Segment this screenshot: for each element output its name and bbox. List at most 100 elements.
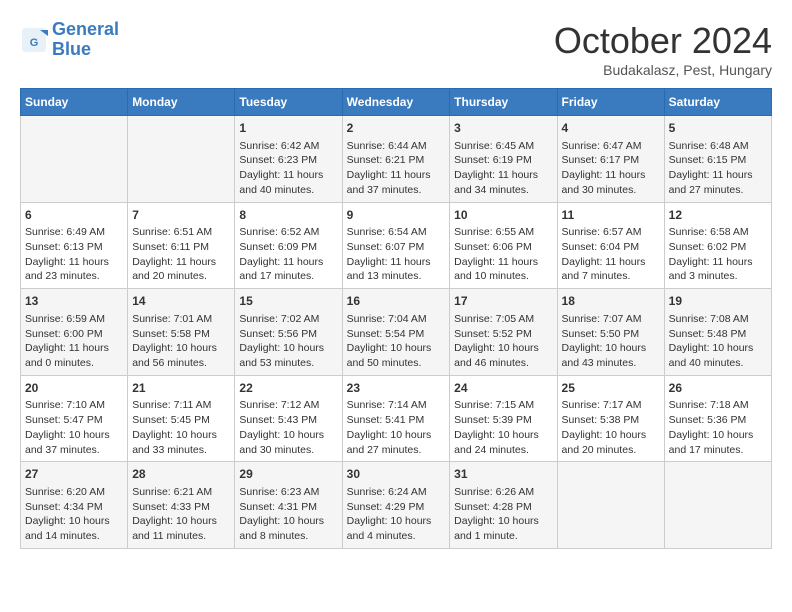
calendar-week-4: 20Sunrise: 7:10 AM Sunset: 5:47 PM Dayli…: [21, 375, 772, 462]
day-number: 17: [454, 293, 552, 310]
day-number: 28: [132, 466, 230, 483]
day-info: Sunrise: 6:24 AM Sunset: 4:29 PM Dayligh…: [347, 485, 446, 544]
title-block: October 2024 Budakalasz, Pest, Hungary: [554, 20, 772, 78]
day-number: 21: [132, 380, 230, 397]
day-info: Sunrise: 6:26 AM Sunset: 4:28 PM Dayligh…: [454, 485, 552, 544]
calendar-cell: 29Sunrise: 6:23 AM Sunset: 4:31 PM Dayli…: [235, 462, 342, 549]
calendar-body: 1Sunrise: 6:42 AM Sunset: 6:23 PM Daylig…: [21, 116, 772, 549]
day-number: 8: [239, 207, 337, 224]
day-info: Sunrise: 6:57 AM Sunset: 6:04 PM Dayligh…: [562, 225, 660, 284]
day-number: 14: [132, 293, 230, 310]
calendar-cell: 10Sunrise: 6:55 AM Sunset: 6:06 PM Dayli…: [450, 202, 557, 289]
calendar-cell: 13 Sunrise: 6:59 AM Sunset: 6:00 PM Dayli…: [21, 289, 128, 376]
calendar-cell: 20Sunrise: 7:10 AM Sunset: 5:47 PM Dayli…: [21, 375, 128, 462]
calendar-table: SundayMondayTuesdayWednesdayThursdayFrid…: [20, 88, 772, 549]
calendar-cell: 14Sunrise: 7:01 AM Sunset: 5:58 PM Dayli…: [128, 289, 235, 376]
day-info: Sunrise: 6:48 AM Sunset: 6:15 PM Dayligh…: [669, 139, 767, 198]
day-info: Sunrise: 7:04 AM Sunset: 5:54 PM Dayligh…: [347, 312, 446, 371]
header-cell-monday: Monday: [128, 89, 235, 116]
day-info: Sunrise: 6:55 AM Sunset: 6:06 PM Dayligh…: [454, 225, 552, 284]
location: Budakalasz, Pest, Hungary: [554, 62, 772, 78]
day-number: 31: [454, 466, 552, 483]
day-info: Sunrise: 6:21 AM Sunset: 4:33 PM Dayligh…: [132, 485, 230, 544]
header-cell-wednesday: Wednesday: [342, 89, 450, 116]
calendar-cell: 2Sunrise: 6:44 AM Sunset: 6:21 PM Daylig…: [342, 116, 450, 203]
day-info: Sunrise: 6:52 AM Sunset: 6:09 PM Dayligh…: [239, 225, 337, 284]
month-title: October 2024: [554, 20, 772, 62]
day-number: 24: [454, 380, 552, 397]
calendar-week-2: 6Sunrise: 6:49 AM Sunset: 6:13 PM Daylig…: [21, 202, 772, 289]
day-info: Sunrise: 7:05 AM Sunset: 5:52 PM Dayligh…: [454, 312, 552, 371]
header-cell-sunday: Sunday: [21, 89, 128, 116]
calendar-cell: 16 Sunrise: 7:04 AM Sunset: 5:54 PM Dayli…: [342, 289, 450, 376]
day-info: Sunrise: 6:47 AM Sunset: 6:17 PM Dayligh…: [562, 139, 660, 198]
calendar-week-5: 27 Sunrise: 6:20 AM Sunset: 4:34 PM Dayli…: [21, 462, 772, 549]
day-number: 30: [347, 466, 446, 483]
day-number: 12: [669, 207, 767, 224]
calendar-cell: 21Sunrise: 7:11 AM Sunset: 5:45 PM Dayli…: [128, 375, 235, 462]
day-number: 22: [239, 380, 337, 397]
day-info: Sunrise: 7:15 AM Sunset: 5:39 PM Dayligh…: [454, 398, 552, 457]
logo: G General Blue: [20, 20, 119, 60]
day-info: Sunrise: 7:12 AM Sunset: 5:43 PM Dayligh…: [239, 398, 337, 457]
day-info: Sunrise: 6:59 AM Sunset: 6:00 PM Dayligh…: [25, 312, 123, 371]
header-row: SundayMondayTuesdayWednesdayThursdayFrid…: [21, 89, 772, 116]
logo-icon: G: [20, 26, 48, 54]
calendar-cell: 23Sunrise: 7:14 AM Sunset: 5:41 PM Dayli…: [342, 375, 450, 462]
day-number: 16: [347, 293, 446, 310]
day-number: 26: [669, 380, 767, 397]
calendar-week-3: 13 Sunrise: 6:59 AM Sunset: 6:00 PM Dayli…: [21, 289, 772, 376]
calendar-cell: [664, 462, 771, 549]
day-number: 25: [562, 380, 660, 397]
day-info: Sunrise: 6:23 AM Sunset: 4:31 PM Dayligh…: [239, 485, 337, 544]
calendar-week-1: 1Sunrise: 6:42 AM Sunset: 6:23 PM Daylig…: [21, 116, 772, 203]
calendar-cell: 31 Sunrise: 6:26 AM Sunset: 4:28 PM Dayli…: [450, 462, 557, 549]
svg-text:G: G: [30, 37, 39, 49]
day-number: 27: [25, 466, 123, 483]
logo-text: General Blue: [52, 20, 119, 60]
calendar-cell: 8Sunrise: 6:52 AM Sunset: 6:09 PM Daylig…: [235, 202, 342, 289]
day-number: 7: [132, 207, 230, 224]
logo-line1: General: [52, 19, 119, 39]
day-info: Sunrise: 7:08 AM Sunset: 5:48 PM Dayligh…: [669, 312, 767, 371]
calendar-cell: [128, 116, 235, 203]
day-number: 9: [347, 207, 446, 224]
calendar-cell: 19Sunrise: 7:08 AM Sunset: 5:48 PM Dayli…: [664, 289, 771, 376]
calendar-cell: 27 Sunrise: 6:20 AM Sunset: 4:34 PM Dayli…: [21, 462, 128, 549]
calendar-header: SundayMondayTuesdayWednesdayThursdayFrid…: [21, 89, 772, 116]
header-cell-friday: Friday: [557, 89, 664, 116]
calendar-cell: [557, 462, 664, 549]
page-header: G General Blue October 2024 Budakalasz, …: [20, 20, 772, 78]
header-cell-thursday: Thursday: [450, 89, 557, 116]
day-number: 15: [239, 293, 337, 310]
day-number: 1: [239, 120, 337, 137]
day-info: Sunrise: 7:14 AM Sunset: 5:41 PM Dayligh…: [347, 398, 446, 457]
day-info: Sunrise: 6:20 AM Sunset: 4:34 PM Dayligh…: [25, 485, 123, 544]
day-number: 10: [454, 207, 552, 224]
day-info: Sunrise: 6:51 AM Sunset: 6:11 PM Dayligh…: [132, 225, 230, 284]
day-info: Sunrise: 7:10 AM Sunset: 5:47 PM Dayligh…: [25, 398, 123, 457]
day-number: 5: [669, 120, 767, 137]
day-info: Sunrise: 7:07 AM Sunset: 5:50 PM Dayligh…: [562, 312, 660, 371]
calendar-cell: 11Sunrise: 6:57 AM Sunset: 6:04 PM Dayli…: [557, 202, 664, 289]
day-info: Sunrise: 6:49 AM Sunset: 6:13 PM Dayligh…: [25, 225, 123, 284]
header-cell-saturday: Saturday: [664, 89, 771, 116]
calendar-cell: 1Sunrise: 6:42 AM Sunset: 6:23 PM Daylig…: [235, 116, 342, 203]
calendar-cell: 9Sunrise: 6:54 AM Sunset: 6:07 PM Daylig…: [342, 202, 450, 289]
calendar-cell: 7Sunrise: 6:51 AM Sunset: 6:11 PM Daylig…: [128, 202, 235, 289]
calendar-cell: 15Sunrise: 7:02 AM Sunset: 5:56 PM Dayli…: [235, 289, 342, 376]
calendar-cell: 4 Sunrise: 6:47 AM Sunset: 6:17 PM Daylig…: [557, 116, 664, 203]
day-number: 4: [562, 120, 660, 137]
calendar-cell: 22Sunrise: 7:12 AM Sunset: 5:43 PM Dayli…: [235, 375, 342, 462]
logo-line2: Blue: [52, 39, 91, 59]
day-info: Sunrise: 6:54 AM Sunset: 6:07 PM Dayligh…: [347, 225, 446, 284]
day-info: Sunrise: 7:18 AM Sunset: 5:36 PM Dayligh…: [669, 398, 767, 457]
calendar-cell: 25Sunrise: 7:17 AM Sunset: 5:38 PM Dayli…: [557, 375, 664, 462]
day-number: 13: [25, 293, 123, 310]
calendar-cell: 26Sunrise: 7:18 AM Sunset: 5:36 PM Dayli…: [664, 375, 771, 462]
calendar-cell: 30 Sunrise: 6:24 AM Sunset: 4:29 PM Dayli…: [342, 462, 450, 549]
calendar-cell: 5 Sunrise: 6:48 AM Sunset: 6:15 PM Daylig…: [664, 116, 771, 203]
day-number: 6: [25, 207, 123, 224]
day-number: 18: [562, 293, 660, 310]
day-number: 20: [25, 380, 123, 397]
